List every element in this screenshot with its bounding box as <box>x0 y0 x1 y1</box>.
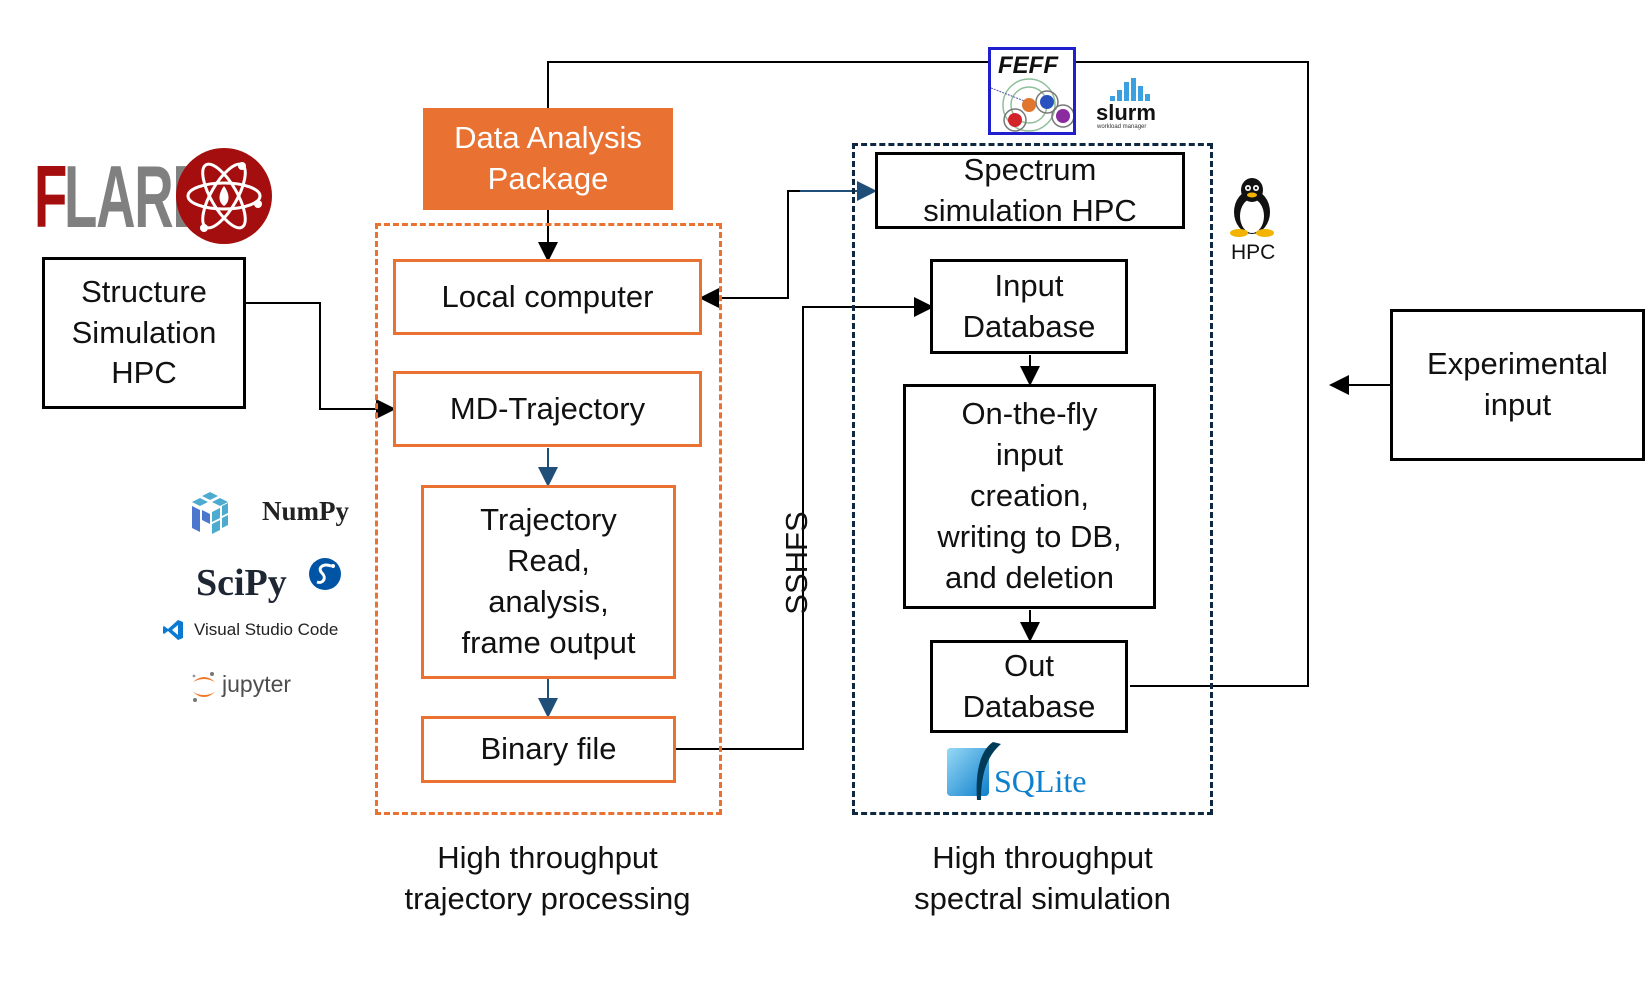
slurm-logo-text: slurm <box>1096 100 1156 125</box>
arrow-spectrum-local-bidirectional <box>699 190 875 308</box>
numpy-cube-icon <box>192 492 228 534</box>
experimental-input-node: Experimental input <box>1390 309 1645 461</box>
feff-logo: FEFF <box>988 47 1076 135</box>
md-trajectory-node: MD-Trajectory <box>393 371 702 447</box>
jupyter-logo-text: jupyter <box>222 671 292 697</box>
flare-atom-icon <box>176 148 272 244</box>
flare-logo-f: F <box>34 147 67 246</box>
scipy-logo-text: SciPy <box>196 562 287 604</box>
local-computer-node: Local computer <box>393 259 702 335</box>
slurm-logo-subtext: workload manager <box>1097 124 1147 130</box>
arrow-structure-to-md <box>245 302 396 419</box>
feff-logo-text: FEFF <box>998 52 1058 79</box>
structure-simulation-hpc-node: Structure Simulation HPC <box>42 257 246 409</box>
trajectory-read-node: Trajectory Read, analysis, frame output <box>421 485 676 679</box>
data-analysis-package-node: Data Analysis Package <box>423 108 673 210</box>
numpy-logo-text: NumPy <box>262 496 349 526</box>
vscode-icon <box>163 620 183 640</box>
input-database-node: Input Database <box>930 259 1128 354</box>
scipy-icon <box>309 558 341 590</box>
linux-tux-icon <box>1230 178 1274 237</box>
spectrum-simulation-hpc-node: Spectrum simulation HPC <box>875 152 1185 229</box>
spectral-group-caption: High throughput spectral simulation <box>914 840 1171 916</box>
sqlite-logo-text: SQLite <box>994 763 1087 799</box>
jupyter-icon <box>192 672 215 702</box>
vscode-logo-text: Visual Studio Code <box>194 620 339 639</box>
out-database-node: Out Database <box>930 640 1128 733</box>
trajectory-group-caption: High throughput trajectory processing <box>404 840 691 916</box>
slurm-logo: slurm workload manager <box>1092 76 1162 136</box>
on-the-fly-node: On-the-fly input creation, writing to DB… <box>903 384 1156 609</box>
hpc-label: HPC <box>1231 241 1276 264</box>
sshfs-label: SSHFS <box>779 511 814 615</box>
binary-file-node: Binary file <box>421 716 676 783</box>
